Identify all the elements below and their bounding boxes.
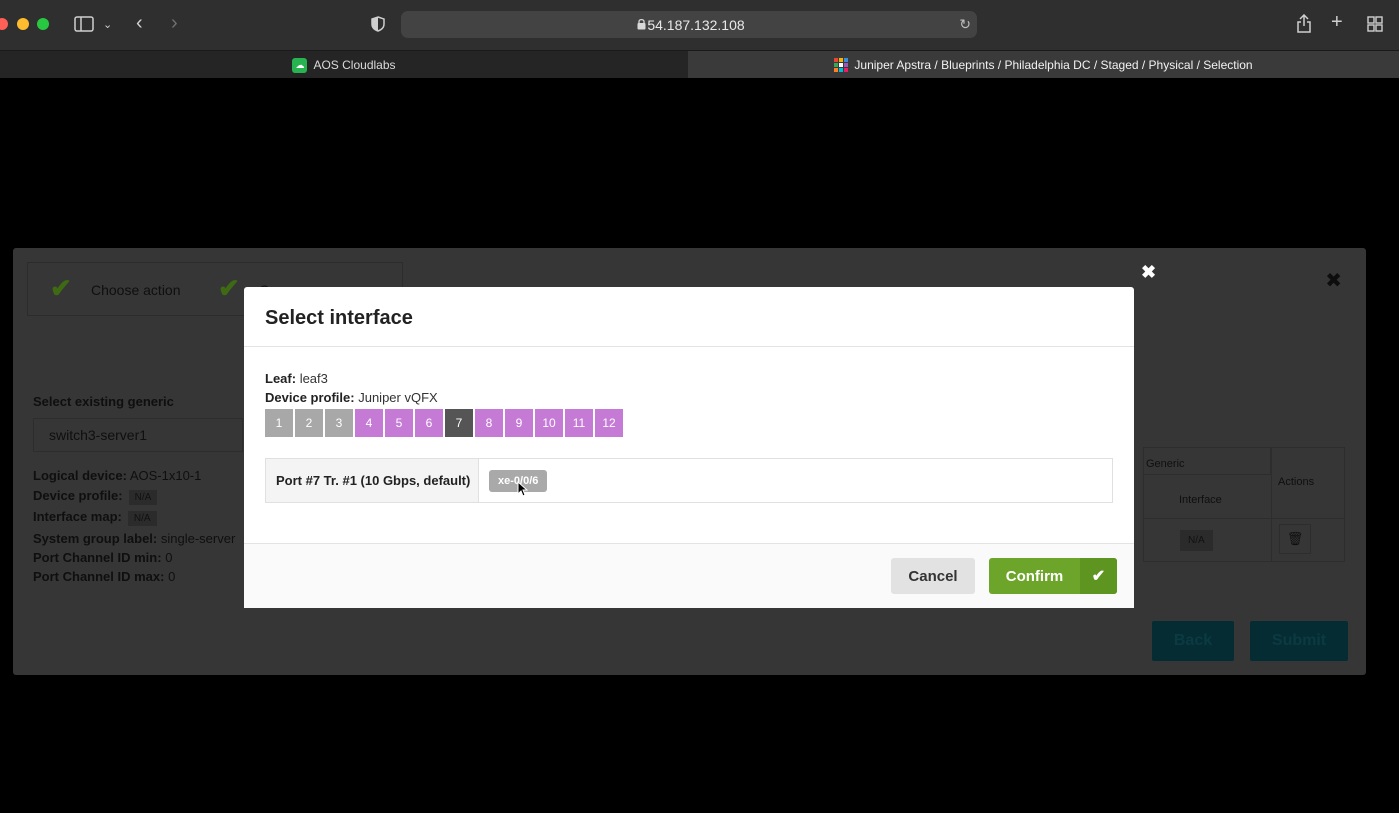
- check-icon: ✔: [1080, 558, 1117, 594]
- column-header-actions: Actions: [1278, 476, 1315, 488]
- logical-device-value: AOS-1x10-1: [129, 468, 202, 483]
- address-bar[interactable]: 54.187.132.108 ↻: [401, 11, 977, 38]
- device-profile-label: Device profile:: [265, 390, 355, 405]
- sidebar-toggle-icon[interactable]: [74, 16, 94, 36]
- reload-icon[interactable]: ↻: [959, 16, 971, 33]
- background-close-icon[interactable]: ✖: [1325, 268, 1342, 293]
- column-header-interface: Interface: [1179, 494, 1222, 506]
- trash-icon[interactable]: 🗑: [1279, 524, 1311, 554]
- port-7[interactable]: 7: [445, 409, 473, 437]
- pc-max-value: 0: [168, 569, 176, 584]
- interface-cell: xe-0/0/6: [479, 459, 1112, 502]
- confirm-label: Confirm: [1005, 567, 1064, 585]
- port-9[interactable]: 9: [505, 409, 533, 437]
- forward-arrow-icon[interactable]: ›: [171, 13, 178, 33]
- url-text: 54.187.132.108: [647, 17, 745, 33]
- pc-min-label: Port Channel ID min:: [33, 550, 162, 565]
- port-map: 1 2 3 4 5 6 7 8 9 10 11 12: [265, 409, 1113, 437]
- share-icon[interactable]: [1296, 13, 1312, 37]
- cloud-icon: ☁: [292, 57, 308, 73]
- leaf-label: Leaf:: [265, 371, 297, 386]
- status-badge: N/A: [1180, 530, 1213, 551]
- select-generic-label: Select existing generic: [33, 394, 174, 409]
- new-tab-icon[interactable]: +: [1331, 12, 1343, 32]
- apstra-logo-icon: [834, 58, 849, 72]
- modal-title: Select interface: [265, 307, 413, 329]
- logical-device-label: Logical device:: [33, 468, 127, 483]
- confirm-button[interactable]: Confirm ✔: [989, 558, 1117, 594]
- port-6[interactable]: 6: [415, 409, 443, 437]
- modal-body: Leaf: leaf3 Device profile: Juniper vQFX…: [244, 347, 1134, 544]
- leaf-value: leaf3: [299, 371, 328, 386]
- chevron-down-icon[interactable]: ⌄: [103, 17, 112, 33]
- tab-overview-icon[interactable]: [1367, 16, 1383, 36]
- links-table: Generic Interface Actions N/A 🗑: [1143, 447, 1345, 562]
- check-icon: ✔: [218, 273, 240, 303]
- tab-title: AOS Cloudlabs: [313, 58, 396, 72]
- system-group-value: single-server: [160, 531, 236, 546]
- step-choose-action[interactable]: Choose action: [91, 282, 181, 298]
- mouse-cursor-icon: [517, 480, 529, 497]
- port-5[interactable]: 5: [385, 409, 413, 437]
- tab-strip: ☁ AOS Cloudlabs Juniper Apstra / Bluepri…: [0, 50, 1399, 79]
- check-icon: ✔: [50, 273, 72, 303]
- modal-header: Select interface: [244, 287, 1134, 347]
- status-badge: N/A: [127, 511, 157, 526]
- port-4[interactable]: 4: [355, 409, 383, 437]
- column-header-generic: Generic: [1146, 458, 1185, 470]
- generic-select[interactable]: switch3-server1: [33, 418, 243, 452]
- select-interface-modal: Select interface Leaf: leaf3 Device prof…: [244, 287, 1134, 608]
- back-arrow-icon[interactable]: ‹: [136, 13, 143, 33]
- system-group-label: System group label:: [33, 531, 158, 546]
- port-1[interactable]: 1: [265, 409, 293, 437]
- shield-icon[interactable]: [371, 16, 385, 36]
- interface-map-label: Interface map:: [33, 509, 122, 524]
- port-10[interactable]: 10: [535, 409, 563, 437]
- minimize-window-button[interactable]: [17, 18, 29, 30]
- port-12[interactable]: 12: [595, 409, 623, 437]
- tab-juniper-apstra[interactable]: Juniper Apstra / Blueprints / Philadelph…: [688, 51, 1399, 79]
- back-button[interactable]: Back: [1152, 621, 1234, 661]
- interface-table: Port #7 Tr. #1 (10 Gbps, default) xe-0/0…: [265, 458, 1113, 503]
- submit-button[interactable]: Submit: [1250, 621, 1348, 661]
- tab-aos-cloudlabs[interactable]: ☁ AOS Cloudlabs: [0, 51, 688, 79]
- tab-title: Juniper Apstra / Blueprints / Philadelph…: [854, 58, 1253, 72]
- port-2[interactable]: 2: [295, 409, 323, 437]
- pc-min-value: 0: [165, 550, 173, 565]
- port-3[interactable]: 3: [325, 409, 353, 437]
- device-profile-value: Juniper vQFX: [358, 390, 438, 405]
- port-row-label: Port #7 Tr. #1 (10 Gbps, default): [266, 459, 479, 502]
- close-icon[interactable]: ✖: [1141, 262, 1156, 283]
- close-window-button[interactable]: [0, 18, 8, 30]
- port-8[interactable]: 8: [475, 409, 503, 437]
- port-11[interactable]: 11: [565, 409, 593, 437]
- status-badge: N/A: [128, 490, 158, 505]
- zoom-window-button[interactable]: [37, 18, 49, 30]
- browser-toolbar: ⌄ ‹ › 54.187.132.108 ↻ +: [0, 0, 1399, 50]
- cancel-button[interactable]: Cancel: [891, 558, 975, 594]
- pc-max-label: Port Channel ID max:: [33, 569, 165, 584]
- modal-footer: Cancel Confirm ✔: [244, 543, 1134, 608]
- page: ✔ Choose action ✔ Co... ✖ Select existin…: [0, 78, 1399, 813]
- device-profile-label: Device profile:: [33, 488, 123, 503]
